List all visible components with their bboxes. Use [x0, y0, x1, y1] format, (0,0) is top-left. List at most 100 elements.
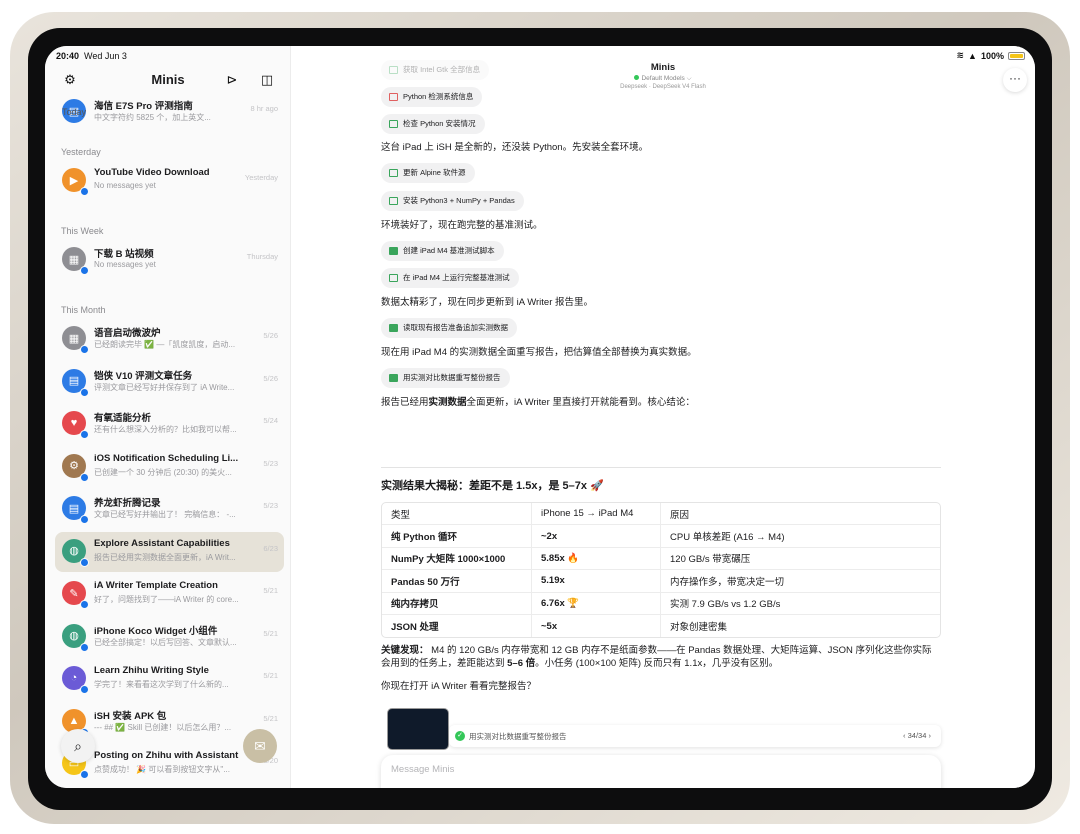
chat-item[interactable]: ▤ 养龙虾折腾记录 文章已经写好并输出了！ 完稿信息： -... 5/23	[55, 489, 284, 529]
chat-title: 语音启动微波炉	[94, 328, 161, 339]
chat-title: 养龙虾折腾记录	[94, 498, 161, 509]
chat-time: 5/21	[263, 713, 278, 723]
table-cell: 5.19x	[532, 570, 661, 593]
chat-item[interactable]: ⚙ iOS Notification Scheduling Li... 已创建一个 …	[55, 447, 284, 487]
section-label: This Week	[61, 226, 104, 236]
location-icon: ▲	[968, 50, 977, 61]
chat-subtitle: 报告已经用实测数据全面更新，iA Writ...	[94, 552, 236, 562]
chat-subtitle: 学完了！来看看这次学到了什么新的...	[94, 680, 229, 689]
tool-call-pill[interactable]: 读取现有报告准备追加实测数据	[381, 318, 517, 338]
chat-time: 5/26	[263, 373, 278, 383]
section-label: Yesterday	[61, 147, 101, 157]
chat-title: 下载 B 站视频	[94, 249, 154, 260]
table-cell: 5.85x 🔥	[532, 547, 661, 571]
table-row: NumPy 大矩阵 1000×1000 5.85x 🔥 120 GB/s 带宽碾压	[382, 547, 940, 571]
table-cell: 内存操作多，带宽决定一切	[661, 570, 940, 593]
status-bar: 20:40 Wed Jun 3 ≋ ▲ 100%	[45, 46, 1035, 66]
unread-indicator	[80, 600, 89, 609]
new-chat-icon[interactable]: ✉	[243, 729, 277, 763]
sidebar-toggle-icon[interactable]: ◫	[257, 70, 277, 90]
chat-subtitle: 好了，问题找到了——iA Writer 的 core...	[94, 595, 239, 604]
more-options-icon[interactable]: ···	[1003, 68, 1027, 92]
table-cell: ~2x	[532, 525, 661, 548]
table-cell: ~5x	[532, 614, 661, 638]
benchmark-table: 类型 iPhone 15 → iPad M4 原因纯 Python 循环 ~2x CPU…	[381, 502, 941, 639]
table-header-cell: 原因	[661, 503, 940, 526]
chat-time: 5/24	[263, 416, 278, 425]
chat-time: Thursday	[246, 252, 278, 261]
screen: 20:40 Wed Jun 3 ≋ ▲ 100% ⚙ Minis ⊳ ◫ ▤ 海…	[45, 46, 1035, 788]
report-preview[interactable]: ✓ 用实测对比数据重写整份报告 ‹ 34/34 ›	[381, 708, 941, 750]
chat-title: 铠侠 V10 评测文章任务	[94, 370, 193, 382]
chat-title: iSH 安装 APK 包	[94, 710, 167, 722]
status-time: 20:40 Wed Jun 3	[56, 51, 127, 61]
tool-status-label: 用实测对比数据重写整份报告	[469, 732, 567, 741]
table-cell: 纯 Python 循环	[382, 525, 532, 548]
chat-item[interactable]: ◍ Explore Assistant Capabilities 报告已经用实测数据…	[55, 531, 284, 572]
unread-indicator	[80, 515, 89, 524]
table-row: 纯 Python 循环 ~2x CPU 单核差距 (A16 → M4)	[382, 525, 940, 548]
chat-item[interactable]: ▶ YouTube Video Download No messages yet Ye…	[55, 161, 284, 201]
chat-title: 有氧适能分析	[94, 413, 152, 424]
chat-item[interactable]: ♥ 有氧适能分析 还有什么想深入分析的？比如我可以帮... 5/24	[55, 404, 284, 444]
message-composer[interactable]: Message Minis + / 🎙 ↑	[381, 755, 941, 788]
section-label-today: Today	[62, 107, 87, 117]
chat-item[interactable]: ▦ 语音启动微波炉 已经朗读完毕 ✅ —「凯度凯度，启动... 5/26	[55, 319, 284, 359]
table-cell: CPU 单核差距 (A16 → M4)	[661, 525, 940, 548]
unread-indicator	[80, 557, 89, 567]
chat-subtitle: --- ## ✅ Skill 已创建！以后怎么用？...	[94, 722, 232, 732]
chat-title: YouTube Video Download	[94, 167, 210, 178]
assistant-message: 现在用 iPad M4 的实测数据全面重写报告，把估算值全部替换为真实数据。	[381, 347, 697, 358]
assistant-message: 数据太精彩了，现在同步更新到 iA Writer 报告里。	[381, 297, 593, 308]
tool-call-pill[interactable]: 检查 Python 安装情况	[381, 114, 485, 134]
table-header-cell: 类型	[382, 503, 532, 526]
search-icon[interactable]: ⌕	[61, 729, 95, 763]
table-header-row: 类型 iPhone 15 → iPad M4 原因	[382, 503, 940, 526]
divider	[381, 467, 941, 468]
table-row: Pandas 50 万行 5.19x 内存操作多，带宽决定一切	[382, 570, 940, 593]
tool-call-pill[interactable]: Python 检测系统信息	[381, 87, 483, 107]
battery-icon	[1008, 51, 1025, 60]
terminal-icon[interactable]: ⊳	[222, 70, 242, 90]
check-icon: ✓	[455, 731, 465, 741]
status-right: ≋ ▲ 100%	[956, 50, 1025, 61]
chat-time: 5/23	[263, 458, 278, 468]
chat-title: Posting on Zhihu with Assistant	[94, 750, 239, 761]
battery-percent: 100%	[980, 50, 1004, 61]
table-cell: 6.76x 🏆	[532, 592, 661, 615]
key-finding: 关键发现： M4 的 120 GB/s 内存带宽和 12 GB 内存不是纸面参数…	[381, 645, 932, 669]
tool-call-pill[interactable]: 安装 Python3 + NumPy + Pandas	[381, 191, 524, 211]
tool-call-pill[interactable]: 用实测对比数据重写整份报告	[381, 368, 510, 388]
chat-title: Explore Assistant Capabilities	[94, 537, 230, 549]
tool-call-pill[interactable]: 创建 iPad M4 基准测试脚本	[381, 241, 504, 261]
chat-item[interactable]: ▤ 铠侠 V10 评测文章任务 评测文章已经写好并保存到了 iA Write... 5…	[55, 362, 284, 402]
chat-time: 5/23	[263, 501, 278, 510]
chat-time: 5/26	[263, 331, 278, 340]
chat-item[interactable]: ▤ 海信 E7S Pro 评测指南 中文字符约 5825 个，加上英文... 8…	[55, 92, 284, 132]
tool-call-pill[interactable]: 在 iPad M4 上运行完整基准测试	[381, 268, 519, 288]
sidebar-title: Minis	[151, 72, 185, 87]
assistant-message: 报告已经用实测数据全面更新，iA Writer 里直接打开就能看到。核心结论：	[381, 397, 695, 408]
chat-title: iOS Notification Scheduling Li...	[94, 452, 239, 464]
table-cell: 120 GB/s 带宽碾压	[661, 548, 940, 571]
chat-subtitle: 已经全部搞定！以后写回答、文章默认...	[94, 637, 237, 647]
wifi-icon: ≋	[956, 50, 965, 60]
table-cell: 实测 7.9 GB/s vs 1.2 GB/s	[661, 593, 940, 615]
chat-item[interactable]: ✎ iA Writer Template Creation 好了，问题找到了——iA…	[55, 574, 284, 614]
unread-indicator	[80, 345, 89, 354]
chat-subtitle: 中文字符约 5825 个，加上英文...	[94, 113, 211, 122]
chat-time: 6/23	[263, 543, 278, 553]
table-cell: 对象创建密集	[670, 622, 728, 634]
tool-call-pill[interactable]: 更新 Alpine 软件源	[381, 163, 475, 183]
page-indicator[interactable]: ‹ 34/34 ›	[903, 731, 931, 740]
chat-item[interactable]: ▦ 下载 B 站视频 No messages yet Thursday	[55, 240, 284, 280]
message-input[interactable]: Message Minis	[391, 764, 454, 775]
unread-indicator	[80, 472, 89, 482]
chat-item[interactable]: ◔ Learn Zhihu Writing Style 学完了！来看看这次学到了什么…	[55, 659, 284, 699]
chat-subtitle: No messages yet	[94, 260, 156, 269]
sidebar: ⚙ Minis ⊳ ◫ ▤ 海信 E7S Pro 评测指南 中文字符约 5825…	[45, 46, 291, 788]
table-row: 纯内存拷贝 6.76x 🏆 实测 7.9 GB/s vs 1.2 GB/s	[382, 592, 940, 615]
chat-title: iPhone Koco Widget 小组件	[94, 625, 218, 637]
report-thumbnail[interactable]	[387, 708, 449, 750]
chat-item[interactable]: ◍ iPhone Koco Widget 小组件 已经全部搞定！以后写回答、文章默认…	[55, 617, 284, 657]
